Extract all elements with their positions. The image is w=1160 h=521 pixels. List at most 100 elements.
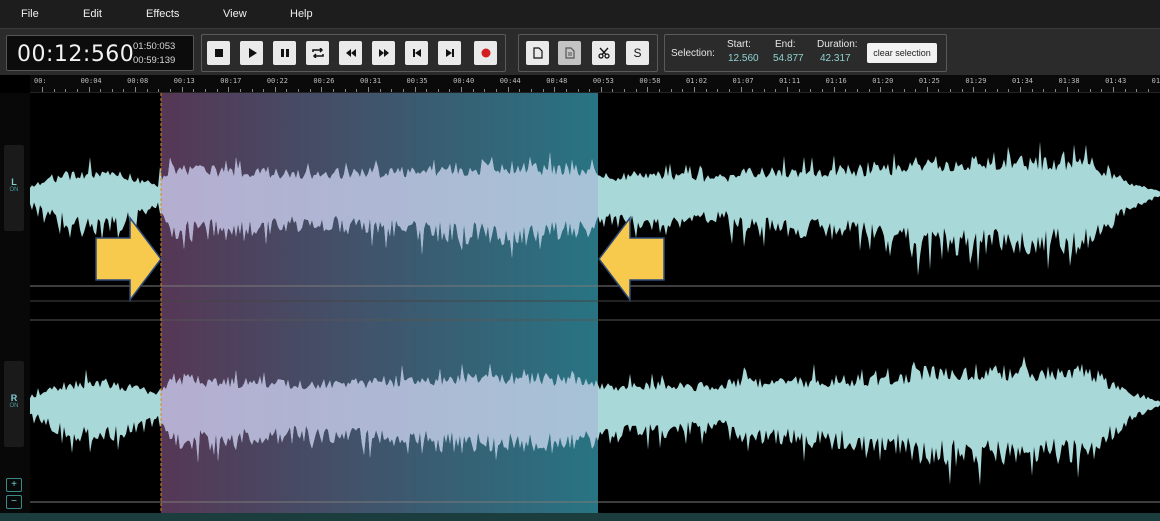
ruler-tick: [996, 89, 998, 92]
ruler-tick: [344, 89, 346, 92]
ruler-tick: [705, 89, 707, 92]
duration-label: Duration:: [817, 39, 858, 50]
ruler-tick: [647, 87, 649, 92]
ruler-tick: [53, 89, 55, 92]
stop-button[interactable]: [207, 41, 230, 65]
waveform-canvas[interactable]: [30, 93, 1160, 513]
ruler-tick: [985, 89, 987, 92]
stop-icon: [214, 49, 223, 57]
start-value: 12.560: [728, 53, 759, 64]
ruler-tick: [204, 89, 206, 92]
menu-bar: File Edit Effects View Help: [0, 0, 1160, 28]
menu-help[interactable]: Help: [290, 8, 313, 20]
menu-edit[interactable]: Edit: [83, 8, 102, 20]
zoom-in-button[interactable]: +: [6, 478, 22, 492]
ruler-tick: [856, 89, 858, 92]
skip-start-icon: [412, 49, 421, 57]
menu-view[interactable]: View: [223, 8, 247, 20]
cut-button[interactable]: [592, 41, 615, 65]
fast-forward-button[interactable]: [372, 41, 395, 65]
ruler-label: 01:20: [872, 77, 894, 85]
ruler-tick: [367, 87, 369, 92]
ruler-tick: [810, 89, 812, 92]
ruler-tick: [542, 89, 544, 92]
ruler-label: 00:26: [313, 77, 335, 85]
ruler-label: 01:07: [732, 77, 754, 85]
left-channel-toggle[interactable]: L ON: [4, 145, 24, 231]
ruler-tick: [181, 87, 183, 92]
selection-start-arrow: [95, 215, 162, 303]
ruler-tick: [496, 89, 498, 92]
ruler-tick: [76, 89, 78, 92]
visible-time: 00:59:139: [133, 55, 176, 66]
ruler-tick: [1019, 87, 1021, 92]
ruler-label: 01:02: [685, 77, 708, 85]
clear-selection-button[interactable]: clear selection: [867, 43, 937, 63]
ruler-tick: [891, 89, 893, 92]
loop-button[interactable]: [306, 41, 329, 65]
new-file-button[interactable]: [526, 41, 549, 65]
left-channel-state: ON: [9, 187, 19, 193]
ruler-tick: [693, 87, 695, 92]
play-button[interactable]: [240, 41, 263, 65]
ruler-label: 00:04: [80, 77, 102, 85]
ruler-label: 01:38: [1058, 77, 1080, 85]
zoom-out-button[interactable]: −: [6, 495, 22, 509]
ruler-label: 01:43: [1105, 77, 1127, 85]
document-button[interactable]: [558, 41, 581, 65]
right-arrow-icon: [95, 215, 162, 303]
ruler-tick: [1043, 89, 1045, 92]
fast-forward-icon: [378, 49, 389, 57]
ruler-label: 00:13: [173, 77, 195, 85]
edit-group: S: [518, 34, 658, 72]
ruler-tick: [659, 89, 661, 92]
right-channel-state: ON: [9, 403, 19, 409]
waveform-area[interactable]: [30, 93, 1160, 513]
menu-effects[interactable]: Effects: [146, 8, 179, 20]
ruler-tick: [251, 89, 253, 92]
skip-start-button[interactable]: [405, 41, 428, 65]
ruler-tick: [554, 87, 556, 92]
rewind-button[interactable]: [339, 41, 362, 65]
rewind-icon: [345, 49, 356, 57]
play-icon: [248, 48, 257, 58]
ruler-tick: [926, 87, 928, 92]
record-button[interactable]: [474, 41, 497, 65]
ruler-label: 00:17: [220, 77, 242, 85]
ruler-tick: [845, 89, 847, 92]
selection-region[interactable]: [161, 93, 598, 513]
ruler-tick: [309, 89, 311, 92]
ruler-tick: [635, 89, 637, 92]
ruler-tick: [1136, 89, 1138, 92]
ruler-tick: [880, 87, 882, 92]
menu-file[interactable]: File: [21, 8, 39, 20]
ruler-tick: [1101, 89, 1103, 92]
pause-button[interactable]: [273, 41, 296, 65]
timeline-ruler[interactable]: 00: 00:04 00:08 00:13 00:17 00:22 00:26 00:31 00…: [30, 75, 1160, 93]
ruler-tick: [402, 89, 404, 92]
ruler-label: 01:29: [965, 77, 987, 85]
ruler-label: 00:58: [639, 77, 661, 85]
ruler-tick: [484, 89, 486, 92]
ruler-label: 01:47: [1151, 77, 1160, 85]
ruler-tick: [146, 89, 148, 92]
right-channel-toggle[interactable]: R ON: [4, 361, 24, 447]
loop-icon: [311, 48, 324, 58]
duration-value: 42.317: [820, 53, 851, 64]
ruler-label: 00:53: [592, 77, 614, 85]
solo-button[interactable]: S: [626, 41, 649, 65]
ruler-tick: [356, 89, 358, 92]
toolbar: 00:12:560 01:50:053 00:59:139 S Selectio…: [0, 28, 1160, 75]
ruler-label: 00:48: [546, 77, 568, 85]
ruler-tick: [263, 89, 265, 92]
ruler-tick: [1031, 89, 1033, 92]
ruler-tick: [391, 89, 393, 92]
ruler-tick: [577, 89, 579, 92]
selection-end-arrow: [598, 215, 665, 303]
skip-end-button[interactable]: [438, 41, 461, 65]
skip-end-icon: [445, 49, 454, 57]
end-value: 54.877: [773, 53, 804, 64]
pause-icon: [280, 49, 289, 57]
right-channel-letter: R: [10, 393, 18, 403]
ruler-tick: [158, 89, 160, 92]
